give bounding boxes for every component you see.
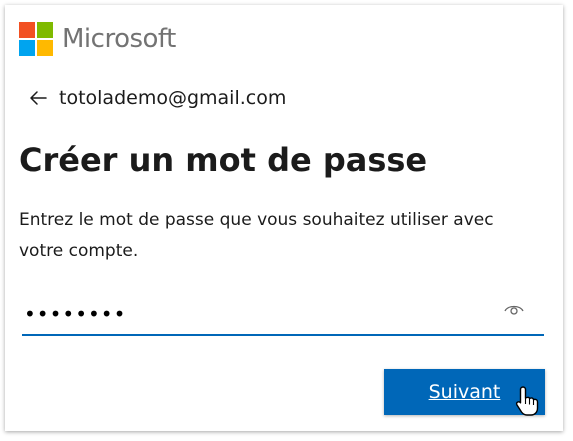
identity-email: totolademo@gmail.com — [59, 87, 287, 109]
microsoft-squares-icon — [19, 22, 53, 56]
identity-banner: totolademo@gmail.com — [27, 87, 286, 109]
page-description: Entrez le mot de passe que vous souhaite… — [19, 210, 494, 261]
logo-square-blue — [19, 40, 35, 56]
arrow-left-icon[interactable] — [27, 87, 49, 109]
page-title: Créer un mot de passe — [19, 141, 428, 179]
password-field — [22, 290, 544, 336]
signin-card: Microsoft totolademo@gmail.com Créer un … — [5, 5, 563, 431]
logo-square-green — [37, 22, 53, 38]
password-input[interactable] — [22, 296, 496, 332]
logo-square-yellow — [37, 40, 53, 56]
next-button[interactable]: Suivant — [384, 369, 545, 415]
eye-icon[interactable] — [504, 302, 524, 316]
microsoft-logo: Microsoft — [19, 22, 176, 56]
logo-square-red — [19, 22, 35, 38]
logo-wordmark: Microsoft — [62, 24, 176, 54]
